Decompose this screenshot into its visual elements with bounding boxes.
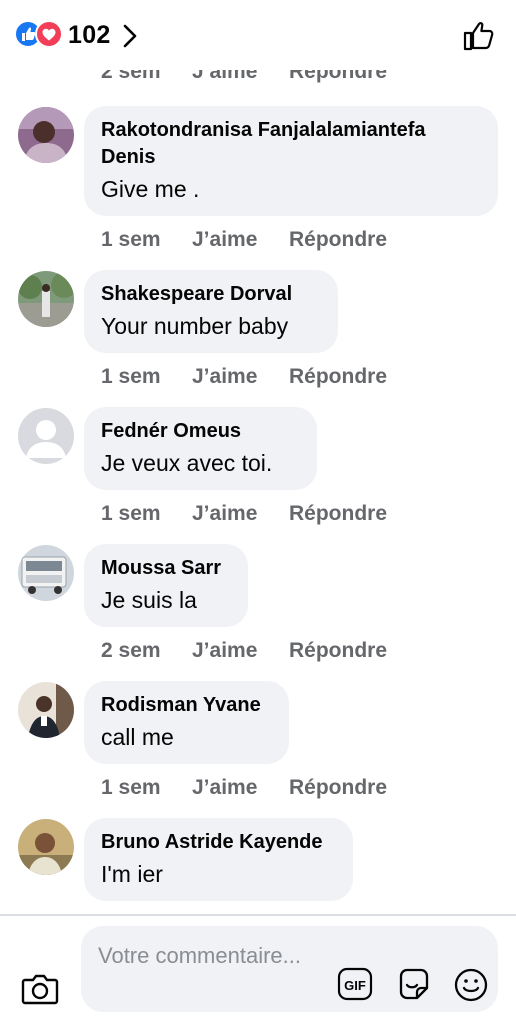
avatar[interactable] xyxy=(18,819,74,875)
comment-actions: 2 sem J’aime Répondre xyxy=(101,639,387,663)
camera-icon[interactable] xyxy=(21,972,59,1006)
avatar[interactable] xyxy=(18,271,74,327)
reply-link[interactable]: Répondre xyxy=(289,502,387,526)
comment-text: Your number baby xyxy=(101,313,289,339)
reaction-icons xyxy=(14,20,64,50)
like-button-icon[interactable] xyxy=(462,18,496,52)
emoji-icon[interactable] xyxy=(453,967,489,1003)
comment-bubble[interactable]: Bruno Astride Kayende I'm ier xyxy=(84,818,353,901)
comment-bubble[interactable]: Moussa Sarr Je suis la xyxy=(84,544,248,627)
comment-time: 1 sem xyxy=(101,776,161,799)
like-link[interactable]: J’aime xyxy=(192,776,289,800)
comment-text: I'm ier xyxy=(101,861,163,887)
reply-link[interactable]: Répondre xyxy=(289,639,387,663)
like-link[interactable]: J’aime xyxy=(192,365,289,389)
reply-link[interactable]: Répondre xyxy=(289,776,387,800)
comment-author[interactable]: Moussa Sarr xyxy=(101,555,230,582)
love-reaction-icon xyxy=(35,20,63,48)
comment-actions: 1 sem J’aime Répondre xyxy=(101,365,387,389)
comment-text: Je veux avec toi. xyxy=(101,450,273,476)
like-link[interactable]: J’aime xyxy=(192,228,289,252)
comment-time: 1 sem xyxy=(101,365,161,388)
chevron-right-icon xyxy=(123,24,136,48)
comment-actions: 1 sem J’aime Répondre xyxy=(101,776,387,800)
gif-label: GIF xyxy=(344,978,366,993)
comment-input[interactable]: Votre commentaire... xyxy=(98,940,318,971)
avatar[interactable] xyxy=(18,545,74,601)
comment-composer[interactable]: Votre commentaire... GIF xyxy=(81,926,498,1012)
comment-actions: 1 sem J’aime Répondre xyxy=(101,502,387,526)
avatar[interactable] xyxy=(18,107,74,163)
comment-time: 1 sem xyxy=(101,228,161,251)
comment-bubble[interactable]: Rakotondranisa Fanjalalamiantefa Denis G… xyxy=(84,106,498,216)
avatar[interactable] xyxy=(18,682,74,738)
comment-time: 1 sem xyxy=(101,502,161,525)
comment-bubble[interactable]: Shakespeare Dorval Your number baby xyxy=(84,270,338,353)
like-link[interactable]: J’aime xyxy=(192,639,289,663)
comment-time: 2 sem xyxy=(101,639,161,662)
avatar[interactable] xyxy=(18,408,74,464)
comment-text: call me xyxy=(101,724,174,750)
comment-text: Je suis la xyxy=(101,587,197,613)
reaction-count: 102 xyxy=(68,20,111,49)
like-link[interactable]: J’aime xyxy=(192,502,289,526)
sticker-icon[interactable] xyxy=(395,966,433,1004)
comment-author[interactable]: Rodisman Yvane xyxy=(101,692,271,719)
comment-bubble[interactable]: Rodisman Yvane call me xyxy=(84,681,289,764)
comment-author[interactable]: Bruno Astride Kayende xyxy=(101,829,335,856)
reactions-header: 102 xyxy=(0,0,516,70)
comments-screen: 102 2 sem J’aime Répondre Rakotondranisa… xyxy=(0,0,516,1024)
reaction-summary[interactable]: 102 xyxy=(14,18,137,52)
comment-author[interactable]: Rakotondranisa Fanjalalamiantefa Denis xyxy=(101,117,480,171)
reply-link[interactable]: Répondre xyxy=(289,228,387,252)
comment-author[interactable]: Shakespeare Dorval xyxy=(101,281,320,308)
comment-text: Give me . xyxy=(101,176,200,202)
comment-actions: 1 sem J’aime Répondre xyxy=(101,228,387,252)
comment-bubble[interactable]: Fednér Omeus Je veux avec toi. xyxy=(84,407,317,490)
comment-author[interactable]: Fednér Omeus xyxy=(101,418,299,445)
reply-link[interactable]: Répondre xyxy=(289,365,387,389)
composer-divider xyxy=(0,914,516,916)
gif-button[interactable]: GIF xyxy=(337,966,373,1002)
